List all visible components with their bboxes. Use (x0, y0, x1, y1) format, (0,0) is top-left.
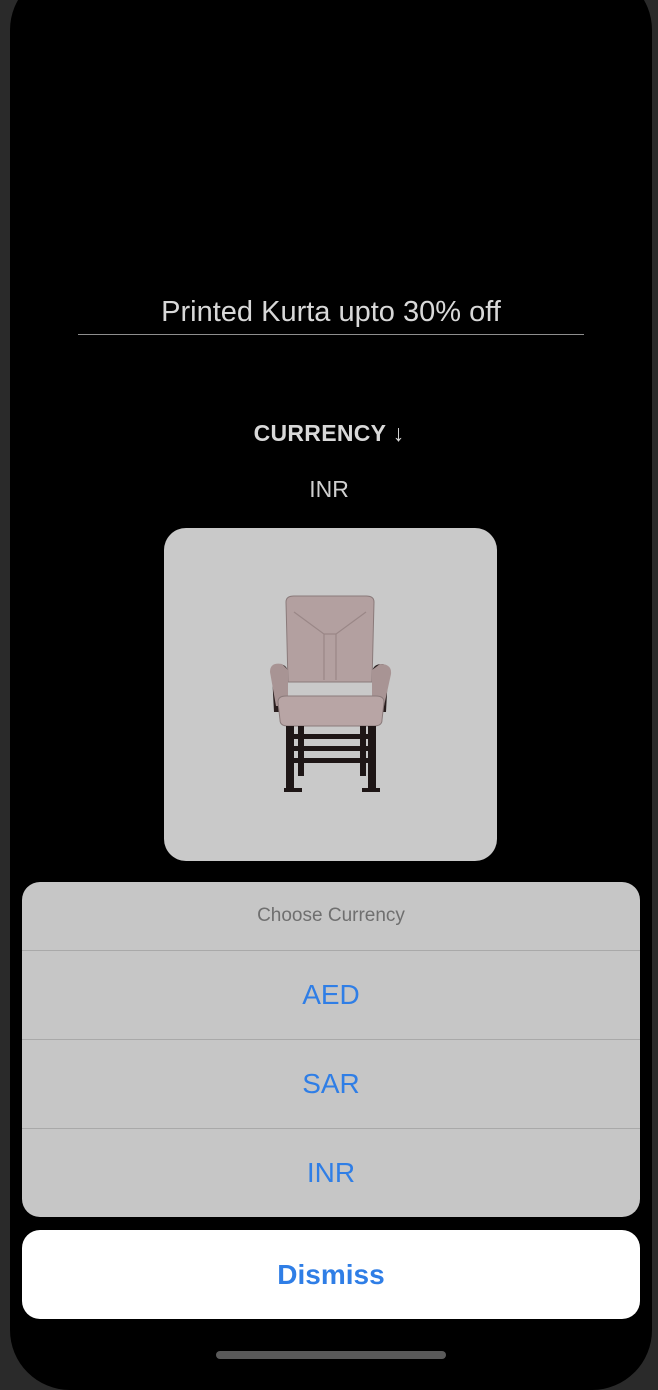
action-sheet-title: Choose Currency (22, 882, 640, 951)
currency-value: INR (309, 476, 349, 502)
currency-label[interactable]: CURRENCY ↓ (0, 420, 658, 447)
currency-option-aed[interactable]: AED (22, 951, 640, 1040)
dismiss-button[interactable]: Dismiss (22, 1230, 640, 1319)
rocking-chair-icon (270, 595, 392, 792)
currency-option-sar[interactable]: SAR (22, 1040, 640, 1129)
promo-banner-text: Printed Kurta upto 30% off (78, 292, 584, 335)
product-image-card[interactable] (164, 528, 497, 861)
home-indicator[interactable] (216, 1351, 446, 1359)
currency-action-sheet: Choose Currency AED SAR INR (22, 882, 640, 1217)
currency-option-inr[interactable]: INR (22, 1129, 640, 1217)
